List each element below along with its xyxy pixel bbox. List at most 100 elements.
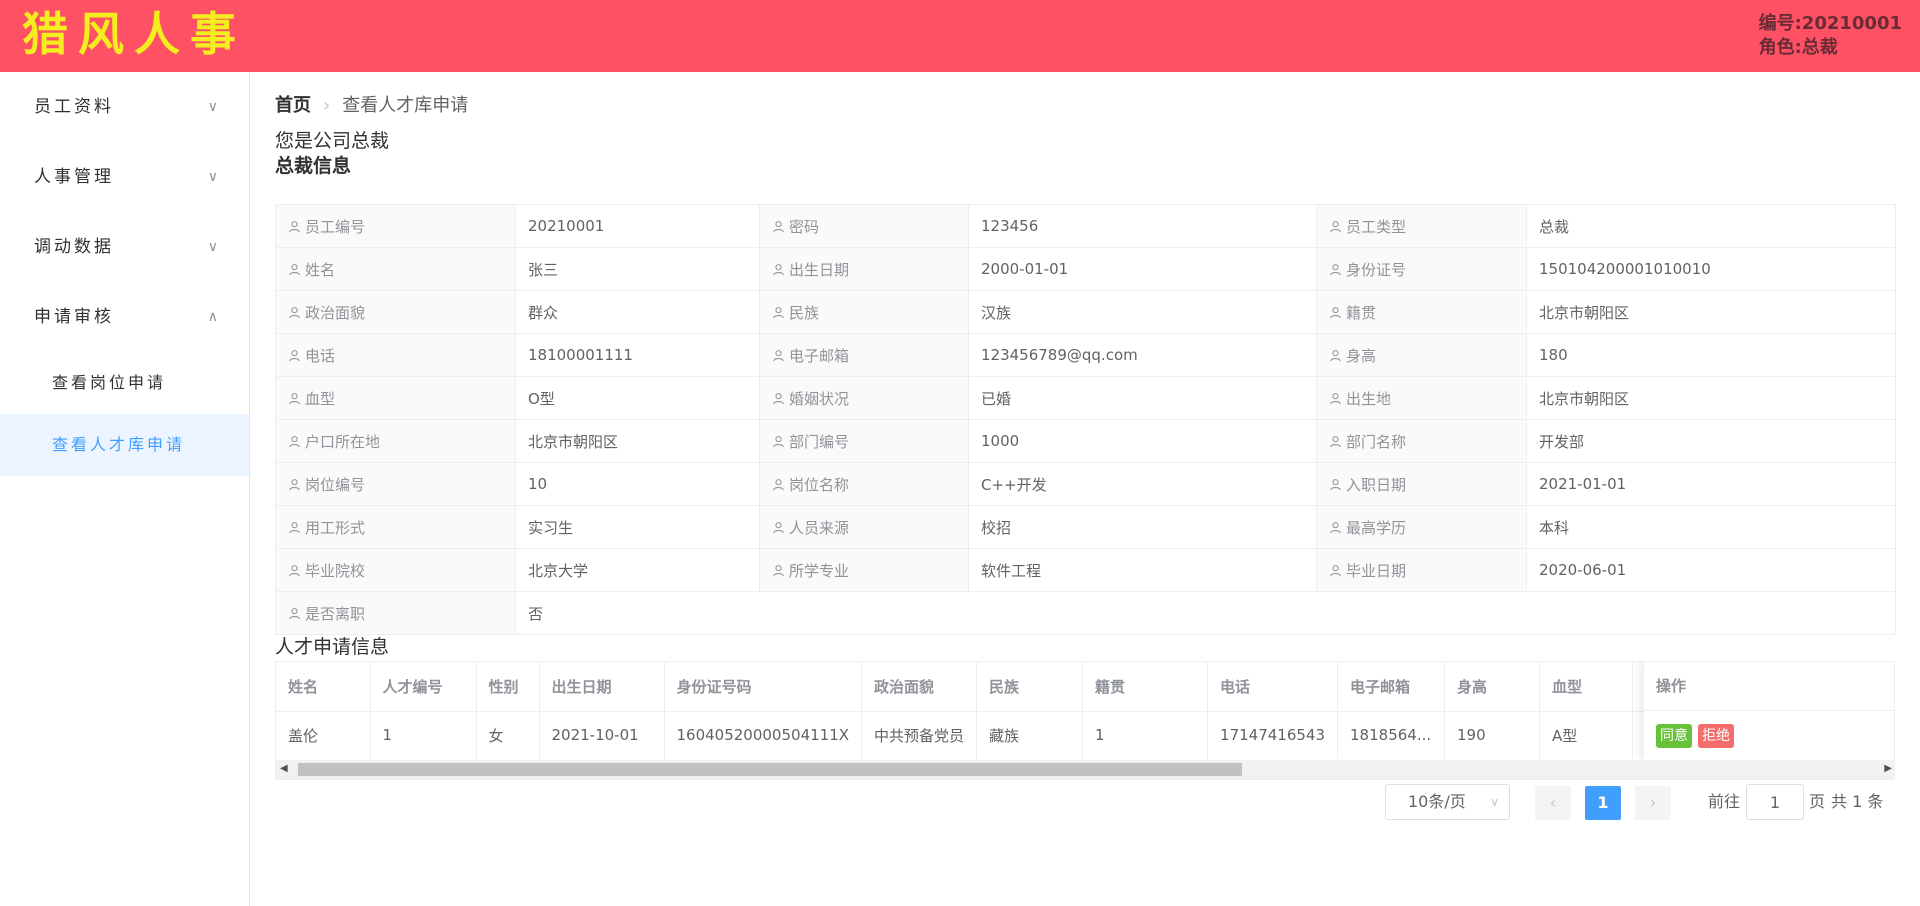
horizontal-scrollbar[interactable]: ◀ ▶ bbox=[276, 760, 1894, 779]
info-label-text: 毕业院校 bbox=[305, 561, 366, 580]
info-title: 总裁信息 bbox=[275, 155, 352, 177]
user-icon bbox=[289, 263, 300, 275]
menu-transfer[interactable]: 调动数据 ∨ bbox=[0, 212, 249, 282]
applications-table: 姓名人才编号性别出生日期身份证号码政治面貌民族籍贯电话电子邮箱身高血型婚姻状况 … bbox=[275, 661, 1895, 780]
user-icon bbox=[1330, 478, 1341, 490]
info-row: 电话 18100001111 电子邮箱 123456789@qq.com 身高 180 bbox=[275, 333, 1896, 377]
info-label-text: 部门名称 bbox=[1346, 432, 1407, 451]
info-label: 所学专业 bbox=[759, 548, 969, 592]
column-header: 出生日期 bbox=[539, 662, 665, 712]
info-value: 2021-01-01 bbox=[1526, 462, 1896, 506]
info-value: 123456789@qq.com bbox=[968, 333, 1317, 377]
info-value: 校招 bbox=[968, 505, 1317, 549]
user-info: 编号:20210001 角色:总裁 bbox=[1759, 12, 1902, 60]
info-value: 否 bbox=[515, 591, 1896, 635]
breadcrumb: 首页 › 查看人才库申请 bbox=[275, 94, 468, 118]
info-value: 10 bbox=[515, 462, 760, 506]
next-page-button[interactable]: › bbox=[1635, 786, 1671, 820]
info-value: 2020-06-01 bbox=[1526, 548, 1896, 592]
menu-label: 申请审核 bbox=[34, 307, 114, 327]
info-label-text: 出生日期 bbox=[789, 260, 850, 279]
user-icon bbox=[289, 564, 300, 576]
sidebar: 员工资料 ∨ 人事管理 ∨ 调动数据 ∨ 申请审核 ∧ 查看岗位申请 查看人才库… bbox=[0, 72, 250, 906]
column-header: 政治面貌 bbox=[861, 662, 978, 712]
user-icon bbox=[289, 392, 300, 404]
info-value: 123456 bbox=[968, 204, 1317, 248]
breadcrumb-home[interactable]: 首页 bbox=[275, 95, 311, 116]
page-number-button[interactable]: 1 bbox=[1585, 786, 1621, 820]
info-value: 汉族 bbox=[968, 290, 1317, 334]
page-size-select[interactable]: 10条/页 ∨ bbox=[1385, 784, 1510, 820]
info-label: 人员来源 bbox=[759, 505, 969, 549]
column-header: 电话 bbox=[1207, 662, 1339, 712]
info-label-text: 员工类型 bbox=[1346, 217, 1407, 236]
info-value: 开发部 bbox=[1526, 419, 1896, 463]
info-label-text: 籍贯 bbox=[1346, 303, 1377, 322]
info-value: 总裁 bbox=[1526, 204, 1896, 248]
info-value: 1000 bbox=[968, 419, 1317, 463]
reject-button[interactable]: 拒绝 bbox=[1698, 724, 1734, 748]
operations-header: 操作 bbox=[1644, 662, 1894, 711]
scroll-right-icon[interactable]: ▶ bbox=[1884, 763, 1892, 774]
info-label-text: 所学专业 bbox=[789, 561, 850, 580]
menu-item-position-applications[interactable]: 查看岗位申请 bbox=[0, 352, 249, 414]
info-row: 岗位编号 10 岗位名称 C++开发 入职日期 2021-01-01 bbox=[275, 462, 1896, 506]
approve-button[interactable]: 同意 bbox=[1656, 724, 1692, 748]
info-label: 岗位名称 bbox=[759, 462, 969, 506]
table-cell: 中共预备党员 bbox=[861, 711, 978, 759]
table-cell: 17147416543 bbox=[1207, 711, 1339, 759]
table-cell: 16040520000504111X bbox=[664, 711, 863, 759]
menu-label: 员工资料 bbox=[34, 97, 114, 117]
operations-column: 操作 同意 拒绝 bbox=[1644, 662, 1894, 760]
chevron-up-icon: ∧ bbox=[207, 309, 221, 325]
column-header: 姓名 bbox=[276, 662, 371, 712]
user-icon bbox=[289, 220, 300, 232]
user-icon bbox=[773, 435, 784, 447]
pagination: 10条/页 ∨ ‹ 1 › 前往 页 共 1 条 bbox=[275, 784, 1895, 820]
info-value: 北京市朝阳区 bbox=[1526, 376, 1896, 420]
chevron-down-icon: ∨ bbox=[207, 239, 221, 255]
user-icon bbox=[1330, 263, 1341, 275]
jump-page-input[interactable] bbox=[1746, 784, 1804, 820]
info-row: 血型 O型 婚姻状况 已婚 出生地 北京市朝阳区 bbox=[275, 376, 1896, 420]
info-value: 北京市朝阳区 bbox=[1526, 290, 1896, 334]
info-row: 是否离职 否 bbox=[275, 591, 1896, 635]
info-label: 密码 bbox=[759, 204, 969, 248]
info-label: 身份证号 bbox=[1316, 247, 1527, 291]
user-icon bbox=[1330, 521, 1341, 533]
menu-approval[interactable]: 申请审核 ∧ bbox=[0, 282, 249, 352]
user-icon bbox=[289, 349, 300, 361]
user-icon bbox=[1330, 564, 1341, 576]
info-label-text: 政治面貌 bbox=[305, 303, 366, 322]
menu-item-talent-applications[interactable]: 查看人才库申请 bbox=[0, 414, 249, 476]
info-label-text: 户口所在地 bbox=[305, 432, 381, 451]
info-label: 是否离职 bbox=[275, 591, 516, 635]
user-icon bbox=[289, 478, 300, 490]
user-icon bbox=[1330, 435, 1341, 447]
info-value: 180 bbox=[1526, 333, 1896, 377]
operations-cell: 同意 拒绝 bbox=[1644, 711, 1894, 759]
info-label: 婚姻状况 bbox=[759, 376, 969, 420]
info-label: 毕业院校 bbox=[275, 548, 516, 592]
table-cell: 1818564... bbox=[1337, 711, 1446, 759]
info-value: 18100001111 bbox=[515, 333, 760, 377]
table-cell: 1 bbox=[370, 711, 477, 759]
info-label: 政治面貌 bbox=[275, 290, 516, 334]
info-value: 20210001 bbox=[515, 204, 760, 248]
info-label-text: 岗位名称 bbox=[789, 475, 850, 494]
info-row: 用工形式 实习生 人员来源 校招 最高学历 本科 bbox=[275, 505, 1896, 549]
info-label: 电话 bbox=[275, 333, 516, 377]
menu-personnel[interactable]: 人事管理 ∨ bbox=[0, 142, 249, 212]
scroll-left-icon[interactable]: ◀ bbox=[280, 763, 288, 774]
user-icon bbox=[289, 435, 300, 447]
info-label-text: 入职日期 bbox=[1346, 475, 1407, 494]
scrollbar-thumb[interactable] bbox=[298, 763, 1242, 776]
user-id: 编号:20210001 bbox=[1758, 13, 1902, 34]
info-row: 户口所在地 北京市朝阳区 部门编号 1000 部门名称 开发部 bbox=[275, 419, 1896, 463]
menu-employee-info[interactable]: 员工资料 ∨ bbox=[0, 72, 249, 142]
info-label: 籍贯 bbox=[1316, 290, 1527, 334]
prev-page-button[interactable]: ‹ bbox=[1535, 786, 1571, 820]
chevron-down-icon: ∨ bbox=[1490, 795, 1499, 809]
info-label-text: 人员来源 bbox=[789, 518, 850, 537]
info-label: 部门编号 bbox=[759, 419, 969, 463]
